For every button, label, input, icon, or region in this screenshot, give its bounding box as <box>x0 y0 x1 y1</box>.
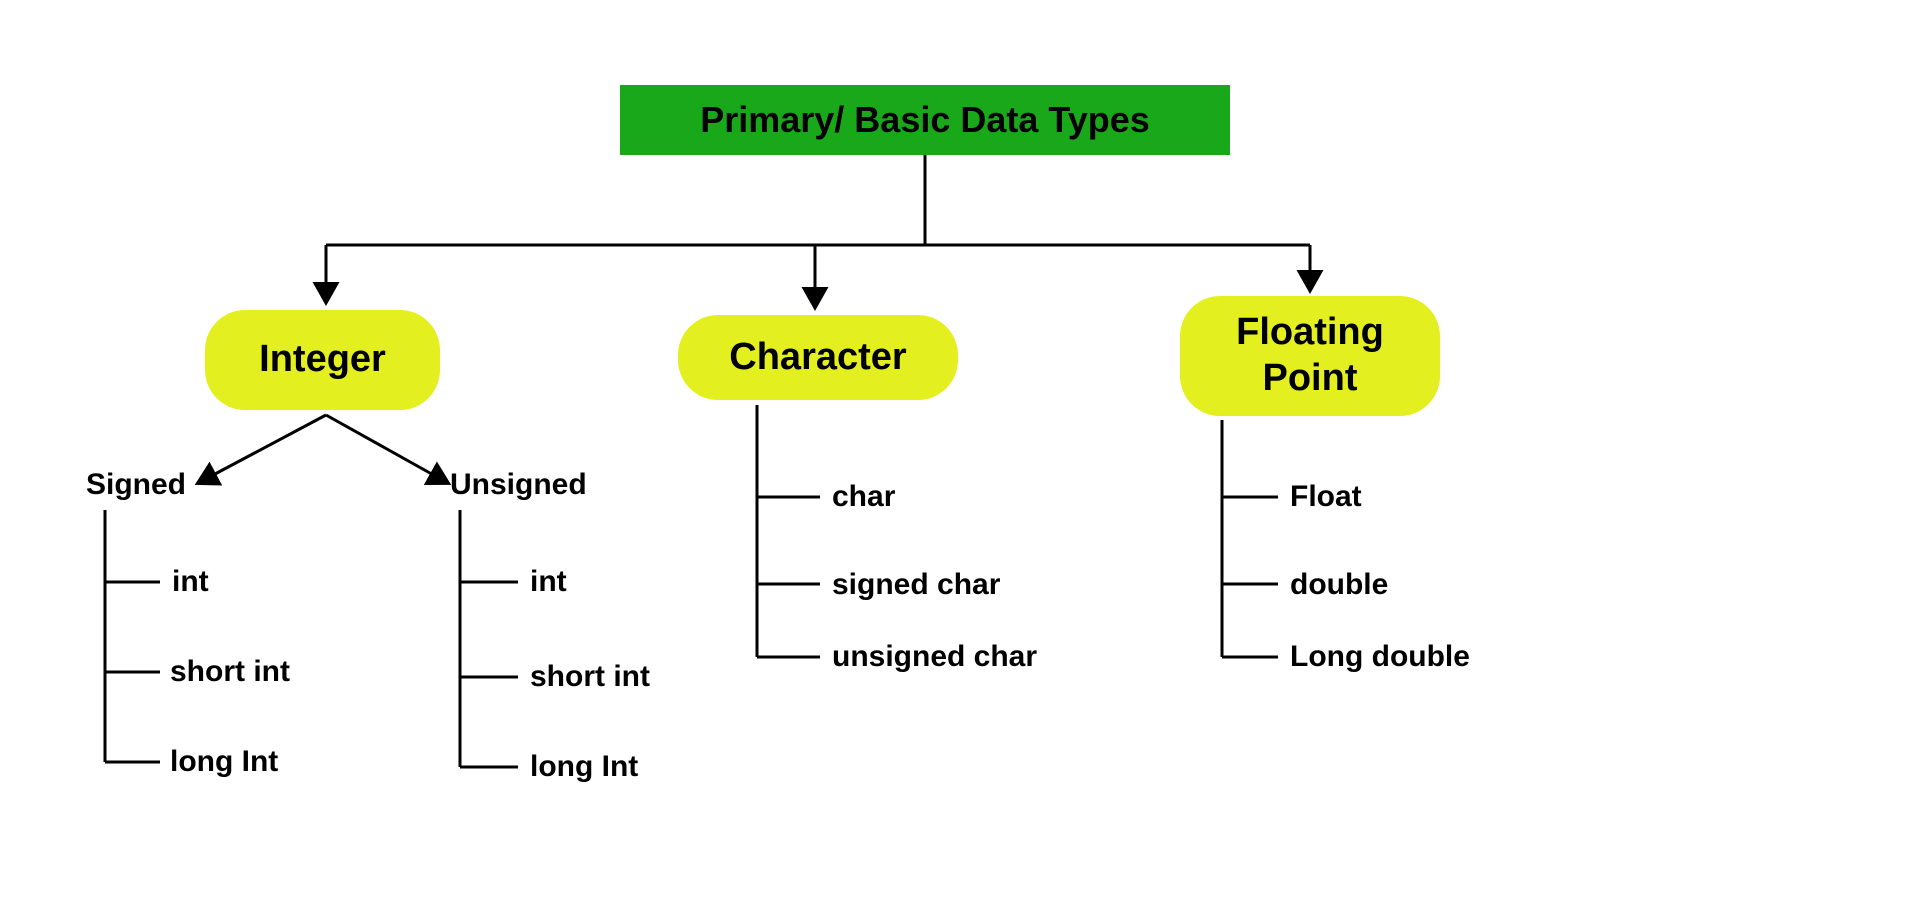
category-character: Character <box>678 315 958 400</box>
unsigned-item-2: long Int <box>530 750 638 784</box>
sub-signed-label: Signed <box>86 468 186 502</box>
char-item-1: signed char <box>832 568 1000 602</box>
signed-item-2: long Int <box>170 745 278 779</box>
unsigned-item-1: short int <box>530 660 650 694</box>
float-item-2: Long double <box>1290 640 1470 674</box>
char-item-2: unsigned char <box>832 640 1037 674</box>
unsigned-item-0: int <box>530 565 567 599</box>
signed-item-0: int <box>172 565 209 599</box>
signed-item-1: short int <box>170 655 290 689</box>
sub-unsigned-label: Unsigned <box>450 468 587 502</box>
category-floating: Floating Point <box>1180 296 1440 416</box>
float-item-0: Float <box>1290 480 1362 514</box>
category-integer-label: Integer <box>259 337 386 383</box>
char-item-0: char <box>832 480 895 514</box>
category-floating-label: Floating Point <box>1220 310 1400 401</box>
float-item-1: double <box>1290 568 1388 602</box>
root-node: Primary/ Basic Data Types <box>620 85 1230 155</box>
root-title: Primary/ Basic Data Types <box>700 99 1150 141</box>
category-integer: Integer <box>205 310 440 410</box>
category-character-label: Character <box>729 335 906 381</box>
